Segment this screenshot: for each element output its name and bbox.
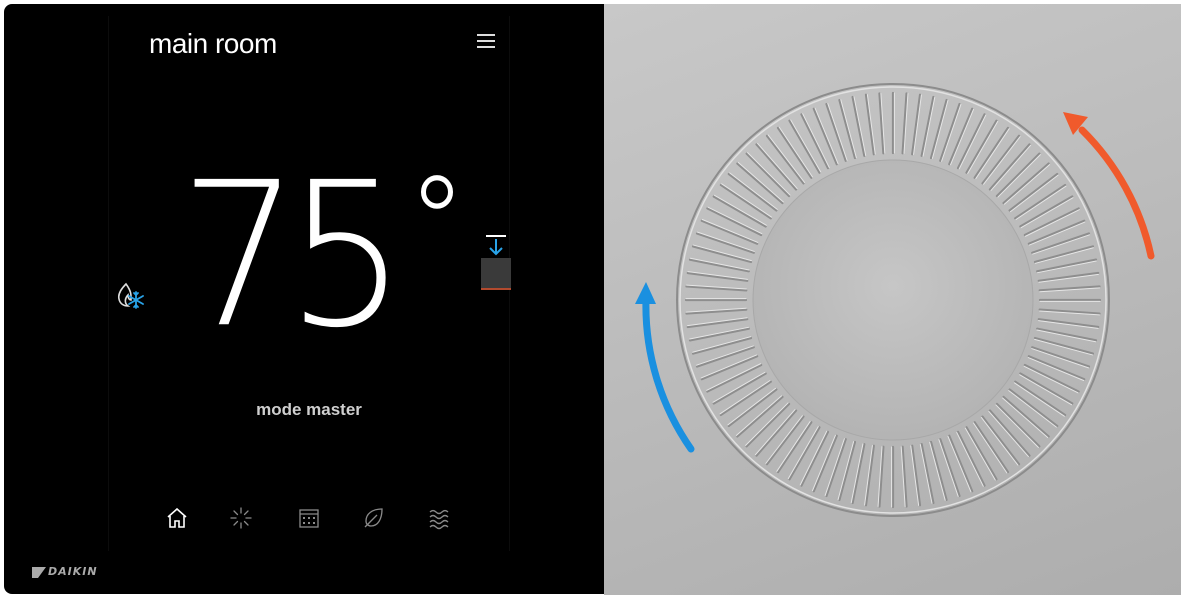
dial-ridge-highlight: [853, 96, 867, 157]
temperature-display: 75: [179, 156, 453, 356]
dial-ridge: [706, 363, 763, 393]
dial-ridge-highlight: [866, 94, 876, 155]
cool-setpoint-arrow-icon: [486, 235, 506, 256]
dial-ridge: [948, 107, 974, 166]
dial-ridge: [1027, 355, 1086, 381]
dial-ridge: [1023, 363, 1080, 393]
dial-ridge-highlight: [919, 443, 933, 504]
brand-logo: DAIKIN: [32, 565, 98, 578]
heat-setpoint-marker: [481, 288, 511, 290]
rotate-left-arrowhead: [635, 282, 656, 304]
dial-ridge: [911, 93, 922, 156]
dial-ridge-highlight: [689, 326, 750, 340]
setpoint-indicator[interactable]: [481, 234, 511, 304]
dial-ridge: [788, 426, 821, 481]
dial-ridge-highlight: [1036, 260, 1097, 274]
dial-ridge: [812, 107, 838, 166]
dial-ridge-highlight: [1024, 209, 1080, 237]
daikin-mark-icon: [32, 566, 46, 578]
degree-symbol: [421, 175, 453, 209]
dial-ridge: [686, 271, 749, 282]
home-icon[interactable]: [165, 506, 191, 532]
dial-ridge: [700, 355, 759, 381]
dial-ridge-highlight: [700, 354, 758, 379]
dial-ridge-highlight: [814, 107, 839, 165]
dial-ridge: [1036, 258, 1098, 273]
dial-ridge: [948, 434, 974, 493]
brand-name: DAIKIN: [48, 565, 98, 578]
dial-ridge: [700, 219, 759, 245]
dial-ridge: [920, 95, 935, 157]
dial-ridge: [688, 258, 750, 273]
dial-ridge-highlight: [1028, 221, 1086, 246]
humidity-icon[interactable]: [427, 506, 453, 532]
fan-icon[interactable]: [229, 506, 255, 532]
bottom-nav: [109, 506, 509, 546]
menu-icon[interactable]: [477, 34, 495, 48]
setpoint-range-fill: [481, 258, 511, 288]
dial-ridge-highlight: [1038, 320, 1099, 329]
leaf-icon[interactable]: [362, 506, 388, 532]
dial-ridge: [1036, 327, 1098, 342]
dial-ridge-highlight: [706, 363, 762, 391]
dial-ridge-highlight: [956, 431, 984, 487]
mode-label: mode master: [256, 400, 362, 419]
schedule-icon[interactable]: [297, 506, 323, 532]
room-title[interactable]: main room: [149, 28, 277, 60]
dial-ridge: [1027, 219, 1086, 245]
dial-ridge: [800, 430, 830, 487]
dial-ridge: [688, 327, 750, 342]
thermostat-screen: main room 75 mode master DAIKIN: [4, 4, 604, 594]
temperature-value: 75: [179, 139, 407, 372]
dial-panel: [604, 4, 1181, 595]
dial-ridge: [864, 93, 875, 156]
dial-ridge-highlight: [687, 317, 748, 327]
dial-ridge: [851, 95, 866, 157]
dial-ridge-highlight: [864, 445, 873, 506]
dial-ridge: [1019, 372, 1074, 405]
dial-ridge: [956, 430, 986, 487]
dial-ridge: [911, 444, 922, 507]
dial-ridge: [812, 434, 838, 493]
dial-ridge: [956, 113, 986, 170]
dial-ridge: [920, 443, 935, 505]
dial-ridge-highlight: [802, 113, 830, 169]
rotate-right-arrow-icon: [1078, 126, 1155, 260]
dial-ridge-highlight: [913, 94, 922, 155]
dial-ridge: [800, 113, 830, 170]
dial-ridge-highlight: [947, 435, 972, 493]
rotary-dial[interactable]: [604, 4, 1181, 595]
dial-ridge: [706, 207, 763, 237]
dial-ridge: [712, 195, 767, 228]
dial-ridge: [851, 443, 866, 505]
dial-ridge: [965, 119, 998, 174]
dial-ridge: [1037, 318, 1100, 329]
dial-ridge: [1023, 207, 1080, 237]
dial-ridge: [686, 318, 749, 329]
dial-ridge: [1037, 271, 1100, 282]
dial-ridge-highlight: [1038, 273, 1099, 283]
dial-ridge-highlight: [910, 445, 920, 506]
rotate-left-arrow-icon: [642, 295, 695, 453]
dial-ridge: [864, 444, 875, 507]
dial-center: [752, 159, 1034, 441]
heat-cool-icon[interactable]: [114, 278, 148, 312]
thermostat-ui: main room 75 mode master: [108, 16, 511, 551]
dial-ridge-highlight: [687, 271, 748, 280]
